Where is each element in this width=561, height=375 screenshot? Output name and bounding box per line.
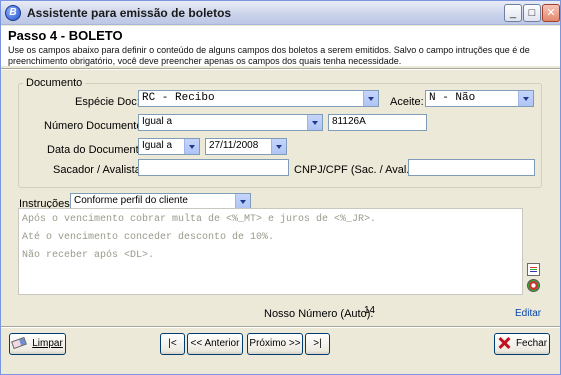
fechar-label: Fechar	[515, 338, 548, 349]
data-documento-value: 27/11/2008	[209, 140, 259, 151]
nosso-numero-label: Nosso Número (Auto):	[264, 308, 374, 320]
header-divider	[1, 68, 560, 70]
minimize-button[interactable]: _	[504, 4, 522, 22]
instrucoes-textarea[interactable]: Após o vencimento cobrar multa de <%_MT>…	[18, 208, 523, 295]
chevron-down-icon[interactable]	[518, 91, 533, 106]
app-logo-icon: B	[5, 5, 21, 21]
last-button[interactable]: >|	[305, 333, 330, 355]
fechar-button[interactable]: Fechar	[494, 333, 550, 355]
numero-operator-select[interactable]: Igual a	[138, 114, 323, 131]
sacador-avalista-input[interactable]	[138, 159, 289, 176]
especie-doc-value: RC - Recibo	[142, 92, 215, 104]
title-bar[interactable]: B Assistente para emissão de boletos _ □…	[1, 1, 560, 25]
chevron-down-icon[interactable]	[363, 91, 378, 106]
window-title: Assistente para emissão de boletos	[27, 6, 232, 20]
eraser-icon	[11, 337, 28, 350]
close-icon	[497, 336, 511, 350]
especie-doc-select[interactable]: RC - Recibo	[138, 90, 379, 107]
instrucoes-profile-value: Conforme perfil do cliente	[74, 195, 188, 206]
cnpj-cpf-input[interactable]	[408, 159, 535, 176]
chevron-down-icon[interactable]	[271, 139, 286, 154]
document-icon[interactable]	[527, 263, 540, 276]
editar-link[interactable]: Editar	[515, 308, 541, 319]
numero-documento-input[interactable]: 81126A	[328, 114, 427, 131]
data-documento-label: Data do Documento:	[47, 144, 148, 156]
anterior-button[interactable]: << Anterior	[187, 333, 243, 355]
chevron-down-icon[interactable]	[184, 139, 199, 154]
close-window-button[interactable]: ✕	[542, 4, 560, 22]
instrucoes-line: Não receber após <DL>.	[22, 250, 155, 261]
data-documento-picker[interactable]: 27/11/2008	[205, 138, 287, 155]
chevron-down-icon[interactable]	[235, 194, 250, 209]
wizard-window: B Assistente para emissão de boletos _ □…	[0, 0, 561, 375]
aceite-value: N - Não	[429, 92, 476, 104]
proximo-button[interactable]: Próximo >>	[247, 333, 303, 355]
chevron-down-icon[interactable]	[307, 115, 322, 130]
aceite-label: Aceite:	[390, 96, 424, 108]
aceite-select[interactable]: N - Não	[425, 90, 534, 107]
step-title: Passo 4 - BOLETO	[8, 28, 123, 43]
limpar-label: Limpar	[32, 338, 63, 349]
help-text: Use os campos abaixo para definir o cont…	[8, 45, 530, 66]
instrucoes-line: Até o vencimento conceder desconto de 10…	[22, 232, 275, 243]
numero-documento-label: Número Documento:	[44, 120, 146, 132]
footer-divider	[1, 326, 560, 328]
sacador-avalista-label: Sacador / Avalista:	[53, 164, 144, 176]
instrucoes-line: Após o vencimento cobrar multa de <%_MT>…	[22, 214, 377, 225]
data-operator-value: Igual a	[142, 140, 173, 151]
cnpj-cpf-label: CNPJ/CPF (Sac. / Aval.):	[294, 164, 417, 176]
gear-icon[interactable]	[527, 279, 540, 292]
limpar-button[interactable]: Limpar	[9, 333, 66, 355]
documento-group-label: Documento	[23, 77, 86, 89]
numero-operator-value: Igual a	[142, 116, 173, 127]
nosso-numero-value: 14	[364, 305, 376, 316]
especie-doc-label: Espécie Doc:	[75, 96, 140, 108]
first-button[interactable]: |<	[160, 333, 185, 355]
data-operator-select[interactable]: Igual a	[138, 138, 200, 155]
maximize-button[interactable]: □	[523, 4, 541, 22]
